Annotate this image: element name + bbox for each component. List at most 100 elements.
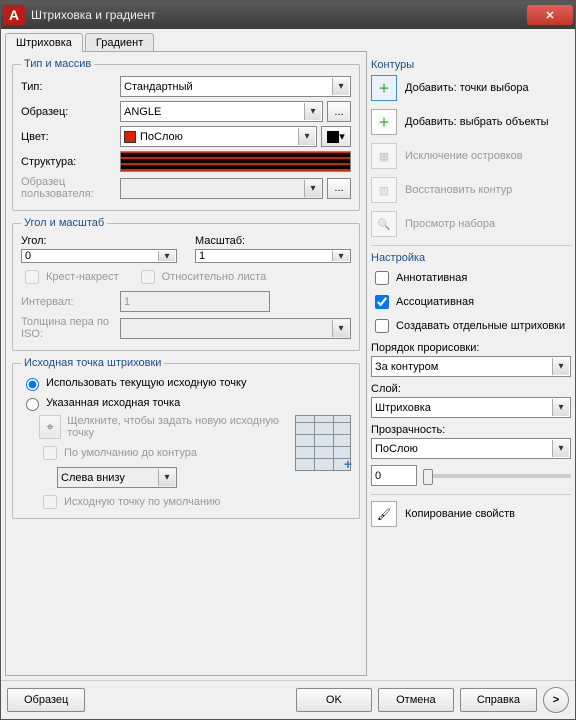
custom-label: Образец пользователя: — [21, 176, 116, 200]
paper-checkbox: Относительно листа — [137, 267, 267, 287]
add-objects-label[interactable]: Добавить: выбрать объекты — [405, 116, 571, 128]
spacing-input — [120, 291, 270, 312]
black-swatch-icon — [327, 131, 339, 143]
type-combo[interactable]: Стандартный — [120, 76, 351, 97]
chevron-down-icon — [332, 78, 349, 95]
tab-gradient[interactable]: Градиент — [85, 33, 154, 52]
ok-button[interactable]: OK — [296, 688, 372, 712]
transparency-slider[interactable] — [423, 474, 571, 478]
double-checkbox: Крест-накрест — [21, 267, 119, 287]
recreate-label: Восстановить контур — [405, 184, 571, 196]
swatch-preview[interactable] — [120, 151, 351, 172]
type-value: Стандартный — [124, 81, 193, 93]
associative-label: Ассоциативная — [396, 296, 474, 308]
more-options-button[interactable]: > — [543, 687, 569, 713]
scale-label: Масштаб: — [195, 235, 351, 247]
store-default-label: Исходную точку по умолчанию — [64, 496, 220, 508]
swatch-label: Структура: — [21, 156, 116, 168]
origin-pos-combo: Слева внизу — [57, 467, 177, 488]
transparency-combo[interactable]: ПоСлою — [371, 438, 571, 459]
dialog-window: A Штриховка и градиент ✕ Штриховка Гради… — [0, 0, 576, 720]
origin-pos-value: Слева внизу — [61, 472, 125, 484]
layer-value: Штриховка — [375, 402, 431, 414]
inherit-icon[interactable]: 🖌 — [371, 501, 397, 527]
recreate-icon: ▥ — [371, 177, 397, 203]
transparency-label: Прозрачность: — [371, 424, 571, 436]
add-points-label[interactable]: Добавить: точки выбора — [405, 82, 571, 94]
tab-hatch[interactable]: Штриховка — [5, 33, 83, 52]
origin-current-radio[interactable]: Использовать текущую исходную точку — [21, 375, 351, 391]
scale-value: 1 — [199, 250, 205, 262]
cancel-button[interactable]: Отмена — [378, 688, 454, 712]
type-label: Тип: — [21, 81, 116, 93]
origin-specified-radio[interactable]: Указанная исходная точка — [21, 395, 351, 411]
origin-current-label: Использовать текущую исходную точку — [46, 377, 246, 389]
remove-islands-label: Исключение островков — [405, 150, 571, 162]
footer: Образец OK Отмена Справка > — [1, 680, 575, 719]
add-points-icon[interactable]: ＋ — [371, 75, 397, 101]
color-combo[interactable]: ПоСлою — [120, 126, 317, 147]
app-icon: A — [3, 5, 25, 25]
annotative-label: Аннотативная — [396, 272, 467, 284]
remove-islands-icon: ▦ — [371, 143, 397, 169]
scale-combo[interactable]: 1 — [195, 249, 351, 263]
layer-combo[interactable]: Штриховка — [371, 397, 571, 418]
plus-icon: ＋ — [379, 114, 390, 130]
chevron-down-icon — [304, 103, 321, 120]
angle-combo[interactable]: 0 — [21, 249, 177, 263]
transparency-input[interactable] — [371, 465, 417, 486]
preview-button[interactable]: Образец — [7, 688, 85, 712]
annotative-checkbox[interactable]: Аннотативная — [371, 268, 571, 288]
pattern-combo[interactable]: ANGLE — [120, 101, 323, 122]
color-swatch-icon — [124, 131, 136, 143]
iso-label: Толщина пера по ISO: — [21, 316, 116, 340]
default-bounds-label: По умолчанию до контура — [64, 447, 197, 459]
group-type-array-legend: Тип и массив — [21, 58, 94, 70]
chevron-down-icon — [552, 440, 569, 457]
titlebar: A Штриховка и градиент ✕ — [1, 1, 575, 29]
custom-browse-button[interactable]: ... — [327, 178, 351, 199]
inherit-label[interactable]: Копирование свойств — [405, 508, 571, 520]
view-selection-icon: 🔍 — [371, 211, 397, 237]
layer-label: Слой: — [371, 383, 571, 395]
bg-color-button[interactable]: ▾ — [321, 126, 351, 147]
group-origin-legend: Исходная точка штриховки — [21, 357, 164, 369]
options-title: Настройка — [371, 252, 571, 264]
separate-checkbox[interactable]: Создавать отдельные штриховки — [371, 316, 571, 336]
window-title: Штриховка и градиент — [31, 8, 527, 22]
associative-checkbox[interactable]: Ассоциативная — [371, 292, 571, 312]
default-bounds-checkbox: По умолчанию до контура — [39, 443, 289, 463]
draw-order-label: Порядок прорисовки: — [371, 342, 571, 354]
chevron-down-icon — [332, 251, 349, 261]
chevron-down-icon — [552, 358, 569, 375]
chevron-down-icon — [298, 128, 315, 145]
draw-order-value: За контуром — [375, 361, 438, 373]
double-label: Крест-накрест — [46, 271, 119, 283]
angle-label: Угол: — [21, 235, 177, 247]
origin-preview: + — [295, 415, 351, 471]
angle-value: 0 — [25, 250, 31, 262]
pattern-value: ANGLE — [124, 106, 161, 118]
right-panel: Контуры ＋ Добавить: точки выбора ＋ Добав… — [371, 33, 571, 676]
transparency-value: ПоСлою — [375, 443, 418, 455]
store-default-checkbox: Исходную точку по умолчанию — [39, 492, 289, 512]
add-objects-icon[interactable]: ＋ — [371, 109, 397, 135]
help-button[interactable]: Справка — [460, 688, 537, 712]
color-value: ПоСлою — [140, 131, 183, 143]
chevron-down-icon — [332, 320, 349, 337]
chevron-down-icon — [304, 180, 321, 197]
origin-specified-label: Указанная исходная точка — [46, 397, 180, 409]
paper-label: Относительно листа — [162, 271, 267, 283]
group-origin: Исходная точка штриховки Использовать те… — [12, 357, 360, 519]
draw-order-combo[interactable]: За контуром — [371, 356, 571, 377]
spacing-label: Интервал: — [21, 296, 116, 308]
pick-origin-hint: Щелкните, чтобы задать новую исходную то… — [67, 415, 289, 439]
origin-plus-icon: + — [344, 456, 352, 472]
chevron-down-icon — [158, 469, 175, 486]
group-type-array: Тип и массив Тип: Стандартный Образец: A… — [12, 58, 360, 211]
color-label: Цвет: — [21, 131, 116, 143]
group-angle-scale-legend: Угол и масштаб — [21, 217, 107, 229]
pattern-browse-button[interactable]: ... — [327, 101, 351, 122]
custom-combo — [120, 178, 323, 199]
close-button[interactable]: ✕ — [527, 5, 573, 25]
